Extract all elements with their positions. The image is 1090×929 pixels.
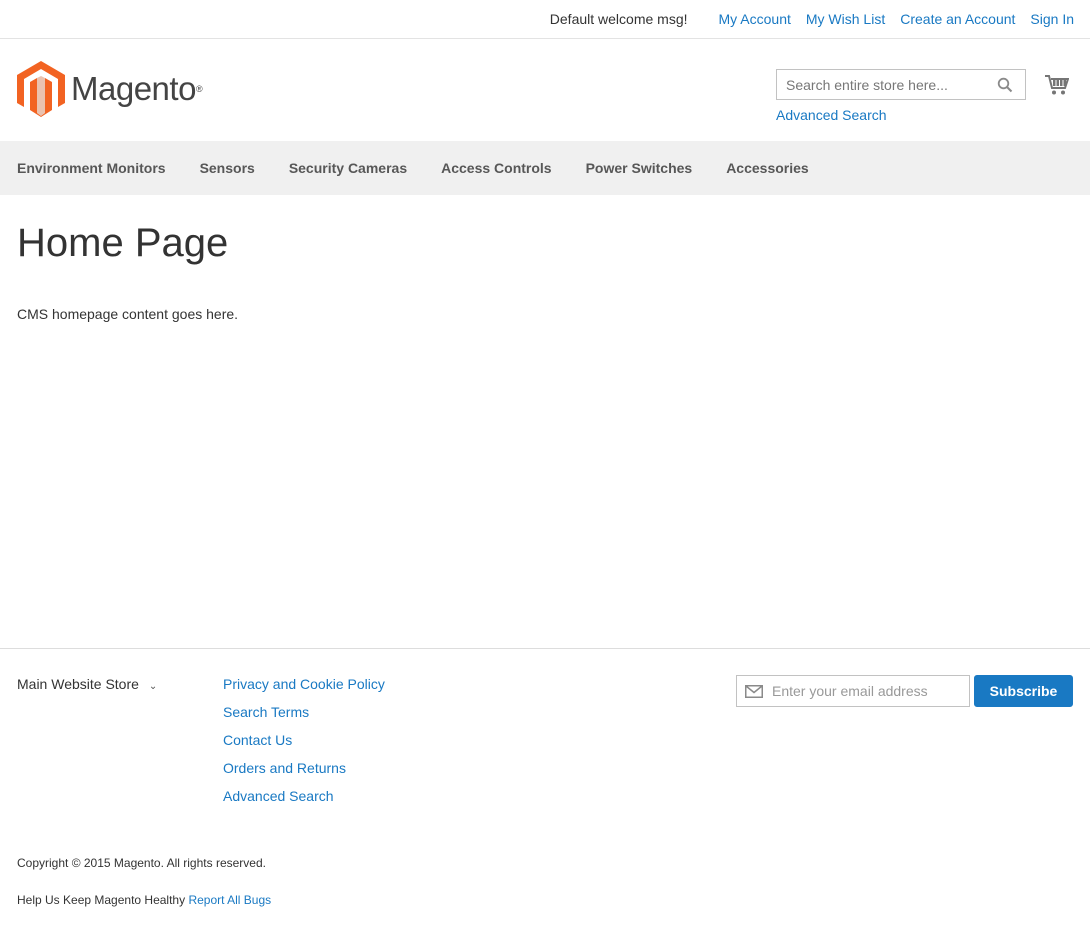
bug-report-line: Help Us Keep Magento Healthy Report All … bbox=[17, 893, 271, 907]
footer: Main Website Store ⌄ Privacy and Cookie P… bbox=[0, 648, 1090, 929]
my-account-link[interactable]: My Account bbox=[719, 11, 791, 27]
nav-item-sensors[interactable]: Sensors bbox=[200, 160, 255, 176]
nav-item-access-controls[interactable]: Access Controls bbox=[441, 160, 551, 176]
magento-logo-icon bbox=[17, 61, 65, 117]
logo-text: Magento bbox=[71, 70, 196, 107]
newsletter: Subscribe bbox=[736, 675, 1073, 707]
envelope-icon bbox=[745, 684, 763, 698]
my-wish-list-link[interactable]: My Wish List bbox=[806, 11, 885, 27]
store-switcher-label: Main Website Store bbox=[17, 676, 139, 692]
search-icon[interactable] bbox=[997, 77, 1013, 93]
email-box bbox=[736, 675, 970, 707]
page-title: Home Page bbox=[17, 221, 229, 265]
logo-registered-mark: ® bbox=[195, 84, 203, 94]
subscribe-button[interactable]: Subscribe bbox=[974, 675, 1073, 707]
footer-links: Privacy and Cookie Policy Search Terms C… bbox=[223, 676, 385, 816]
contact-us-link[interactable]: Contact Us bbox=[223, 732, 292, 748]
cms-content: CMS homepage content goes here. bbox=[17, 306, 239, 322]
newsletter-email-input[interactable] bbox=[772, 683, 962, 699]
logo[interactable]: Magento ® bbox=[17, 61, 203, 117]
cart-icon[interactable] bbox=[1045, 74, 1069, 96]
copyright: Copyright © 2015 Magento. All rights res… bbox=[17, 856, 266, 870]
search-input[interactable] bbox=[786, 76, 986, 93]
chevron-down-icon: ⌄ bbox=[148, 681, 158, 692]
nav-item-accessories[interactable]: Accessories bbox=[726, 160, 809, 176]
category-nav: Environment Monitors Sensors Security Ca… bbox=[0, 141, 1090, 195]
nav-item-environment-monitors[interactable]: Environment Monitors bbox=[17, 160, 166, 176]
nav-item-power-switches[interactable]: Power Switches bbox=[586, 160, 693, 176]
welcome-message: Default welcome msg! bbox=[549, 11, 688, 27]
search-terms-link[interactable]: Search Terms bbox=[223, 704, 309, 720]
create-account-link[interactable]: Create an Account bbox=[900, 11, 1015, 27]
store-switcher[interactable]: Main Website Store ⌄ bbox=[17, 676, 157, 692]
advanced-search-link[interactable]: Advanced Search bbox=[776, 107, 887, 123]
nav-item-security-cameras[interactable]: Security Cameras bbox=[289, 160, 407, 176]
search-box bbox=[776, 69, 1026, 100]
bug-report-text: Help Us Keep Magento Healthy bbox=[17, 893, 186, 907]
privacy-policy-link[interactable]: Privacy and Cookie Policy bbox=[223, 676, 385, 692]
footer-advanced-search-link[interactable]: Advanced Search bbox=[223, 788, 334, 804]
top-bar: Default welcome msg! My Account My Wish … bbox=[0, 0, 1090, 39]
orders-returns-link[interactable]: Orders and Returns bbox=[223, 760, 346, 776]
main-content: Home Page CMS homepage content goes here… bbox=[0, 195, 1090, 648]
header: Magento® Advanced Search bbox=[0, 39, 1090, 141]
sign-in-link[interactable]: Sign In bbox=[1030, 11, 1074, 27]
report-bugs-link[interactable]: Report All Bugs bbox=[188, 893, 271, 907]
